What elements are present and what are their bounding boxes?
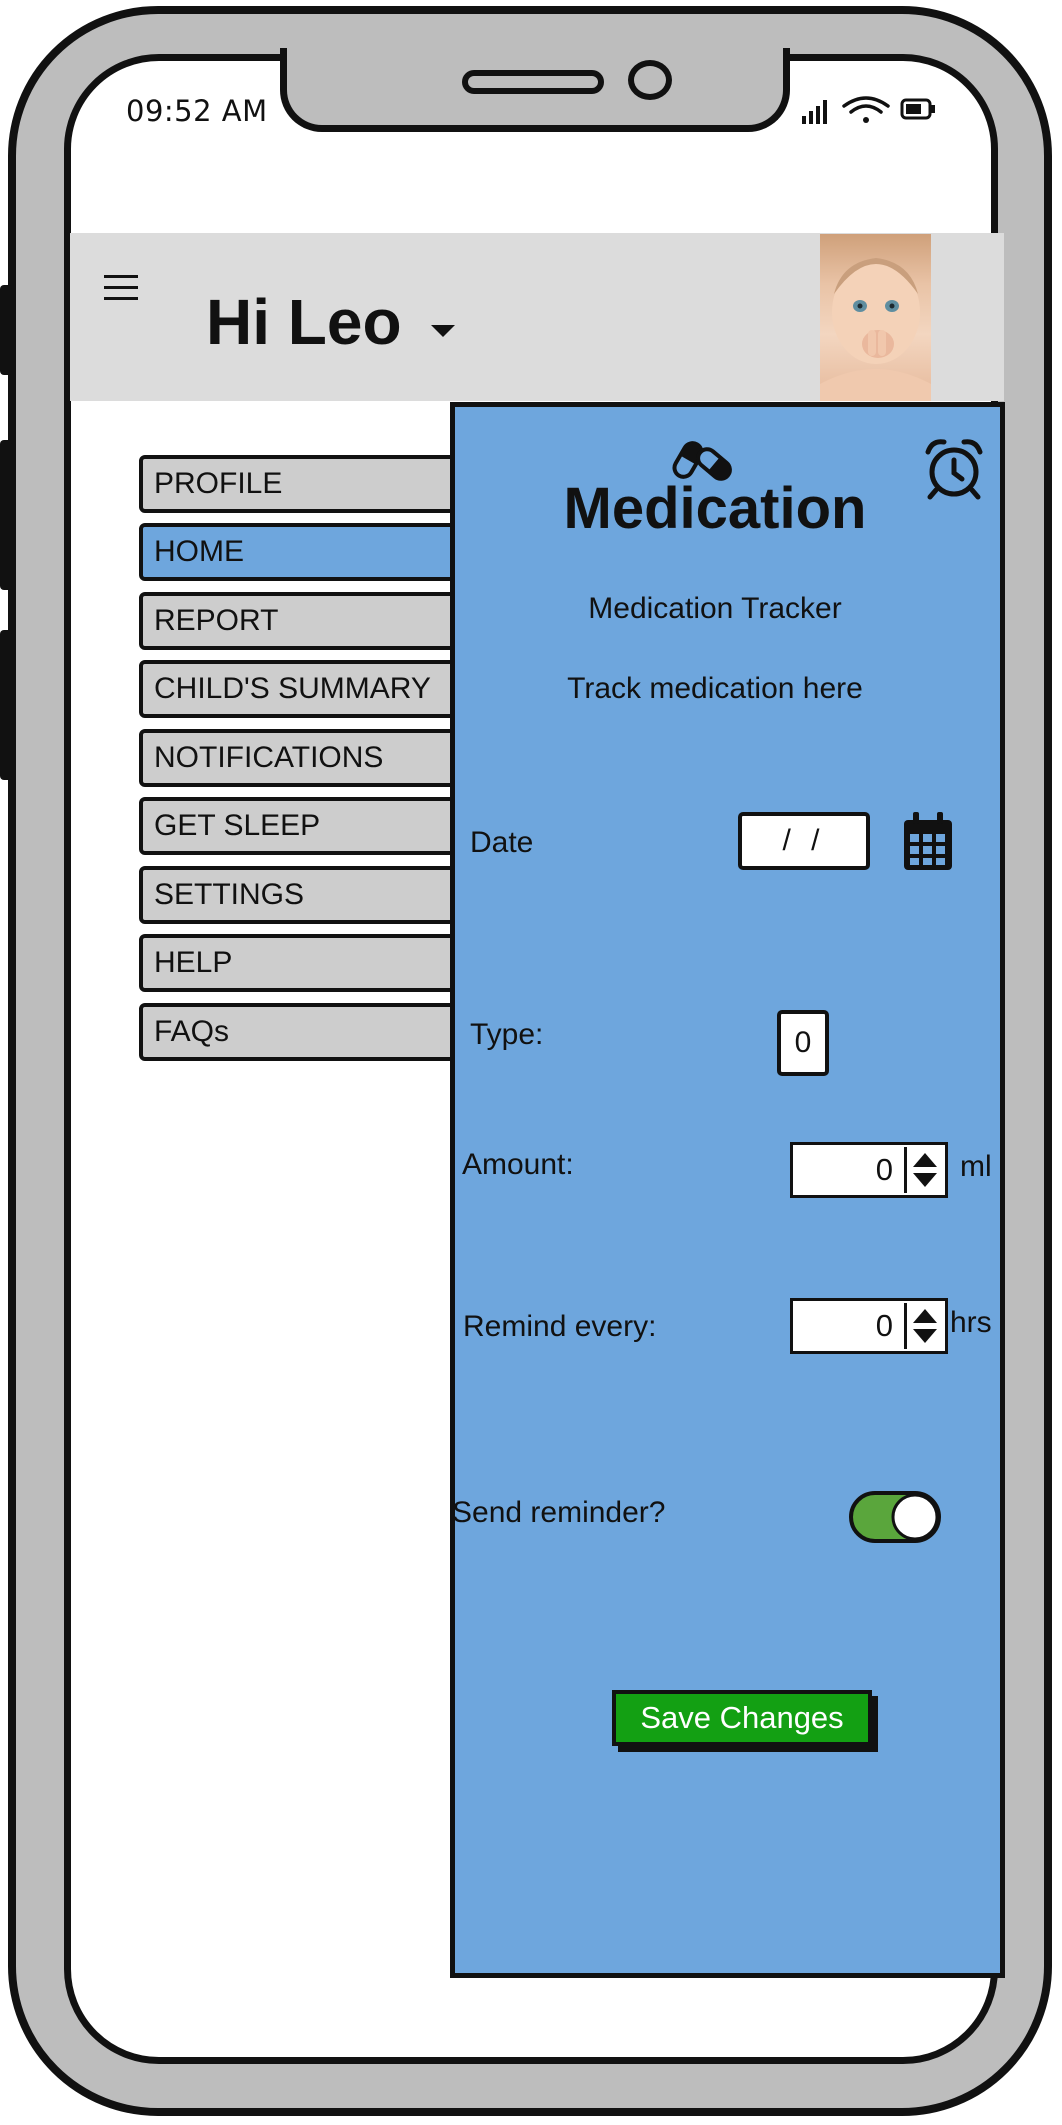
- amount-label: Amount:: [462, 1148, 574, 1181]
- caret-down-icon[interactable]: [430, 323, 456, 339]
- menu-item-settings[interactable]: SETTINGS: [139, 866, 479, 924]
- battery-icon: [900, 98, 935, 120]
- remind-every-value: 0: [875, 1308, 893, 1343]
- status-icons: [800, 92, 940, 126]
- phone-side-button: [0, 285, 12, 375]
- date-input[interactable]: / /: [738, 812, 870, 870]
- phone-volume-up-button: [0, 440, 12, 590]
- remind-stepper-arrows-icon[interactable]: [904, 1303, 943, 1349]
- hamburger-menu-icon[interactable]: [103, 272, 141, 304]
- amount-unit: ml: [960, 1150, 992, 1183]
- menu-item-notifications[interactable]: NOTIFICATIONS: [139, 729, 479, 787]
- front-camera: [628, 60, 672, 100]
- signal-icon: [802, 100, 827, 124]
- wifi-icon: [842, 96, 890, 123]
- menu-item-childs-summary[interactable]: CHILD'S SUMMARY: [139, 660, 479, 718]
- panel-subtitle: Medication Tracker: [588, 592, 842, 625]
- menu-item-home[interactable]: HOME: [139, 523, 479, 581]
- avatar[interactable]: [820, 234, 931, 401]
- menu-item-report[interactable]: REPORT: [139, 592, 479, 650]
- type-input[interactable]: 0: [777, 1010, 829, 1076]
- menu-item-faqs[interactable]: FAQs: [139, 1003, 479, 1061]
- menu-item-help[interactable]: HELP: [139, 934, 479, 992]
- send-reminder-toggle[interactable]: [848, 1490, 942, 1544]
- menu-item-profile[interactable]: PROFILE: [139, 455, 479, 513]
- remind-every-stepper[interactable]: 0: [790, 1298, 948, 1354]
- amount-stepper-arrows-icon[interactable]: [904, 1147, 943, 1193]
- phone-volume-down-button: [0, 630, 12, 780]
- save-changes-button[interactable]: Save Changes: [612, 1690, 872, 1746]
- panel-title: Medication: [563, 476, 867, 541]
- date-label: Date: [470, 826, 534, 859]
- speaker-grille: [462, 70, 604, 94]
- greeting-title: Hi Leo: [206, 286, 402, 358]
- remind-every-unit: hrs: [950, 1306, 992, 1339]
- type-label: Type:: [470, 1018, 544, 1051]
- send-reminder-label: Send reminder?: [452, 1496, 666, 1529]
- calendar-icon[interactable]: [902, 810, 954, 872]
- menu-item-get-sleep[interactable]: GET SLEEP: [139, 797, 479, 855]
- amount-stepper[interactable]: 0: [790, 1142, 948, 1198]
- status-time: 09:52 AM: [126, 94, 268, 128]
- panel-tagline: Track medication here: [567, 672, 863, 705]
- amount-value: 0: [875, 1152, 893, 1187]
- remind-every-label: Remind every:: [463, 1310, 657, 1343]
